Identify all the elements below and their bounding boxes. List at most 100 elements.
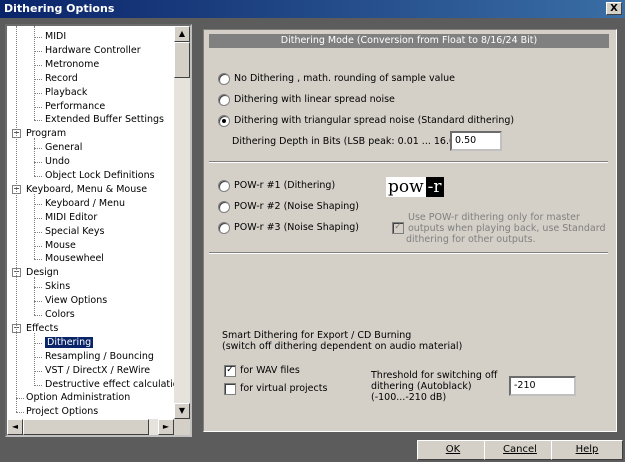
- tree-vertical-scrollbar[interactable]: ▲ ▼: [174, 26, 190, 419]
- tree-item[interactable]: MIDI: [45, 30, 66, 43]
- tree-connector: [34, 37, 42, 38]
- tree-connector: [34, 26, 35, 121]
- threshold-input[interactable]: -210: [509, 376, 576, 396]
- tree-item[interactable]: Destructive effect calculation: [45, 378, 174, 391]
- scroll-up-icon[interactable]: ▲: [174, 26, 190, 42]
- radio-powr-2[interactable]: POW-r #2 (Noise Shaping): [218, 200, 359, 214]
- radio-icon[interactable]: [218, 72, 230, 85]
- cancel-label: Cancel: [503, 444, 537, 455]
- radio-icon[interactable]: [218, 200, 230, 213]
- tree-item[interactable]: Metronome: [45, 58, 99, 71]
- radio-label: POW-r #3 (Noise Shaping): [234, 222, 359, 233]
- threshold-label-3: (-100...-210 dB): [371, 392, 447, 403]
- radio-no-dithering[interactable]: No Dithering , math. rounding of sample …: [218, 72, 455, 86]
- tree-item-label: Option Administration: [26, 392, 131, 404]
- tree-item-label: MIDI: [45, 31, 67, 42]
- checkbox-icon[interactable]: ✓: [392, 222, 404, 234]
- cancel-button[interactable]: Cancel: [484, 440, 556, 460]
- wav-files-checkbox[interactable]: ✓ for WAV files: [224, 364, 300, 378]
- tree-item[interactable]: Playback: [45, 86, 87, 99]
- tree-connector: [34, 231, 42, 233]
- radio-icon[interactable]: [218, 179, 230, 192]
- scroll-left-icon[interactable]: ◄: [7, 419, 23, 435]
- tree-item[interactable]: Program: [26, 127, 66, 140]
- tree-connector: [16, 412, 24, 414]
- radio-label: Dithering with linear spread noise: [234, 94, 395, 105]
- tree-connector: [16, 398, 24, 400]
- tree-connector: [34, 162, 42, 164]
- tree-item[interactable]: Keyboard / Menu: [45, 197, 125, 210]
- radio-linear-noise[interactable]: Dithering with linear spread noise: [218, 93, 395, 107]
- tree-item[interactable]: Object Lock Definitions: [45, 169, 155, 182]
- tree-item[interactable]: Mouse: [45, 239, 76, 252]
- radio-icon[interactable]: [218, 114, 230, 127]
- ok-button[interactable]: OK: [417, 440, 489, 460]
- tree-item[interactable]: Performance: [45, 100, 105, 113]
- tree-connector: [34, 301, 42, 303]
- tree-item[interactable]: Effects: [26, 322, 58, 335]
- tree-item[interactable]: Mousewheel: [45, 252, 104, 265]
- tree-connector: [34, 384, 42, 386]
- radio-powr-1[interactable]: POW-r #1 (Dithering): [218, 179, 335, 193]
- window-title: Dithering Options: [4, 2, 115, 15]
- checkbox-icon[interactable]: ✓: [224, 364, 236, 377]
- tree-item[interactable]: View Options: [45, 294, 107, 307]
- tree-item-label: Hardware Controller: [45, 44, 141, 56]
- powr-master-only-checkbox[interactable]: ✓ Use POW-r dithering only for master ou…: [392, 212, 607, 245]
- scroll-corner: [174, 419, 190, 435]
- tree-connector: [34, 138, 35, 176]
- scroll-right-icon[interactable]: ►: [158, 419, 174, 435]
- tree-item[interactable]: Resampling / Bouncing: [45, 350, 154, 363]
- tree-item-label: Resampling / Bouncing: [45, 350, 154, 362]
- radio-label: POW-r #1 (Dithering): [234, 180, 336, 191]
- tree-item[interactable]: Option Administration: [26, 391, 130, 404]
- logo-text-right: -r: [425, 177, 444, 197]
- tree-connector: [34, 356, 42, 358]
- tree-item[interactable]: Undo: [45, 155, 70, 168]
- tree-connector: [34, 277, 35, 315]
- radio-powr-3[interactable]: POW-r #3 (Noise Shaping): [218, 221, 359, 235]
- tree-item-label: Metronome: [45, 58, 100, 70]
- powr-note-text: Use POW-r dithering only for master outp…: [406, 212, 606, 245]
- separator: [209, 252, 608, 254]
- logo-text-left: pow: [386, 177, 426, 197]
- help-button[interactable]: Help: [551, 440, 623, 460]
- tree-connector: [34, 245, 42, 247]
- tree-item[interactable]: Colors: [45, 308, 75, 321]
- dithering-mode-header: Dithering Mode (Conversion from Float to…: [209, 34, 609, 48]
- close-button[interactable]: X: [606, 2, 622, 15]
- tree-item-label: Keyboard / Menu: [45, 197, 125, 209]
- ok-label: OK: [445, 444, 461, 455]
- tree-item[interactable]: Skins: [45, 280, 70, 293]
- tree-item[interactable]: Dithering: [45, 336, 94, 349]
- powr-logo: pow -r: [386, 177, 444, 197]
- scroll-thumb[interactable]: [174, 42, 190, 78]
- radio-triangular-noise[interactable]: Dithering with triangular spread noise (…: [218, 114, 514, 128]
- tree-item-label: Design: [26, 267, 59, 279]
- tree-item[interactable]: VST / DirectX / ReWire: [45, 364, 150, 377]
- scroll-down-icon[interactable]: ▼: [174, 403, 190, 419]
- help-label: Help: [575, 444, 599, 455]
- tree-item[interactable]: Project Options: [26, 405, 98, 418]
- tree-item[interactable]: MIDI Editor: [45, 211, 97, 224]
- tree-item[interactable]: Record: [45, 72, 78, 85]
- depth-input[interactable]: 0.50: [450, 131, 502, 151]
- tree-item[interactable]: Keyboard, Menu & Mouse: [26, 183, 147, 196]
- tree-horizontal-scrollbar[interactable]: ◄ ►: [7, 419, 174, 435]
- tree-item[interactable]: General: [45, 141, 82, 154]
- tree-connector: [34, 203, 42, 205]
- tree-item-label: Keyboard, Menu & Mouse: [26, 183, 148, 195]
- tree-item-label: View Options: [45, 295, 108, 307]
- tree-item[interactable]: Extended Buffer Settings: [45, 113, 164, 126]
- tree-item[interactable]: Special Keys: [45, 225, 104, 238]
- tree-connector: [16, 26, 17, 413]
- tree-item[interactable]: Design: [26, 266, 59, 279]
- virtual-projects-checkbox[interactable]: for virtual projects: [224, 382, 327, 396]
- h-scroll-thumb[interactable]: [23, 419, 149, 435]
- title-bar: Dithering Options X: [0, 0, 625, 18]
- tree-item[interactable]: Hardware Controller: [45, 44, 141, 57]
- radio-icon[interactable]: [218, 221, 230, 234]
- checkbox-icon[interactable]: [224, 382, 236, 395]
- radio-icon[interactable]: [218, 93, 230, 106]
- separator: [209, 161, 608, 163]
